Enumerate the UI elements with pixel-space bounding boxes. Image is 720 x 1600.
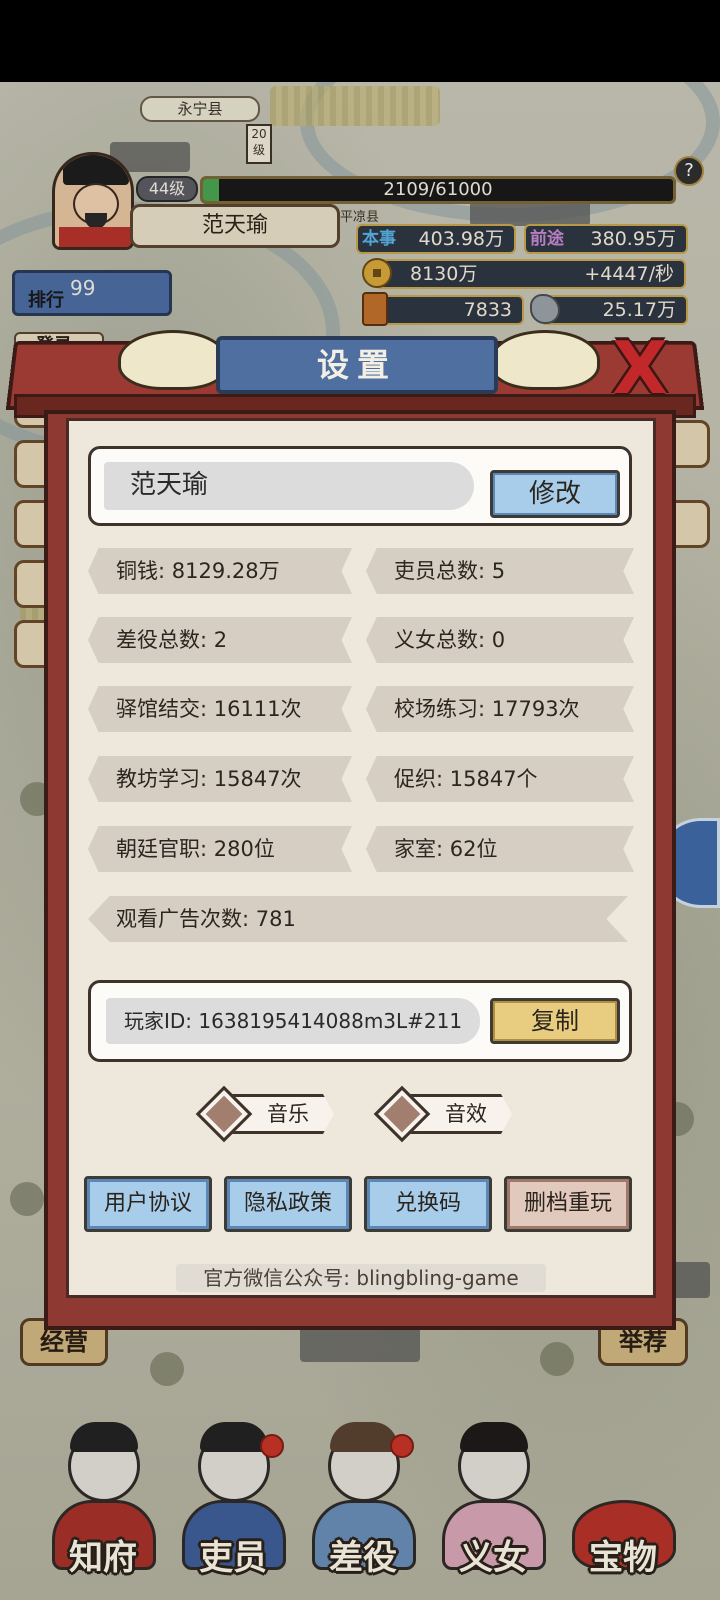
close-icon: X: [600, 330, 680, 410]
dialog-title: 设置: [216, 336, 498, 394]
reset-save-button[interactable]: 删档重玩: [504, 1176, 632, 1232]
player-name-field[interactable]: 范天瑜: [104, 462, 474, 510]
close-button[interactable]: X: [600, 330, 680, 410]
copy-id-button[interactable]: 复制: [490, 998, 620, 1044]
stat-study: 教坊学习: 15847次: [88, 756, 352, 802]
status-bar: [0, 0, 720, 82]
redeem-code-button[interactable]: 兑换码: [364, 1176, 492, 1232]
stat-ads-watched: 观看广告次数: 781: [88, 896, 628, 942]
stat-servants: 差役总数: 2: [88, 617, 352, 663]
stat-daughters: 义女总数: 0: [366, 617, 634, 663]
privacy-policy-button[interactable]: 隐私政策: [224, 1176, 352, 1232]
modify-name-button[interactable]: 修改: [490, 470, 620, 518]
stat-inn: 驿馆结交: 16111次: [88, 686, 352, 732]
stat-crickets: 促织: 15847个: [366, 756, 634, 802]
user-agreement-button[interactable]: 用户协议: [84, 1176, 212, 1232]
sfx-toggle[interactable]: 音效: [374, 1088, 514, 1138]
stat-officials: 朝廷官职: 280位: [88, 826, 352, 872]
cloud-ornament-left: [118, 330, 228, 390]
cloud-ornament-right: [490, 330, 600, 390]
wechat-account-text: 官方微信公众号: blingbling-game: [176, 1262, 546, 1294]
music-toggle[interactable]: 音乐: [196, 1088, 336, 1138]
stat-clerks: 吏员总数: 5: [366, 548, 634, 594]
stat-family: 家室: 62位: [366, 826, 634, 872]
player-id-field: 玩家ID: 1638195414088m3L#211: [106, 998, 480, 1044]
stat-copper: 铜钱: 8129.28万: [88, 548, 352, 594]
stat-training: 校场练习: 17793次: [366, 686, 634, 732]
